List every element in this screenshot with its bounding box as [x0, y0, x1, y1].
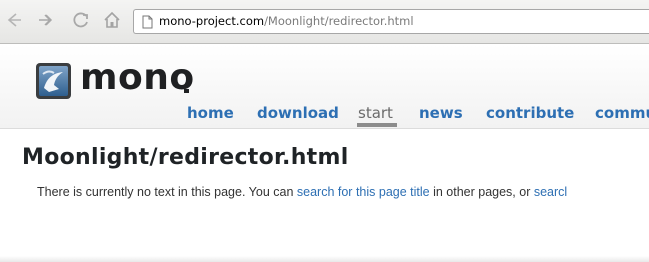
- back-icon[interactable]: [4, 10, 24, 30]
- page-bottom-edge: [0, 256, 649, 262]
- no-text-message: There is currently no text in this page.…: [37, 185, 567, 199]
- nav-start[interactable]: start: [358, 103, 393, 123]
- forward-icon[interactable]: [35, 10, 55, 30]
- url-bar[interactable]: mono-project.com/Moonlight/redirector.ht…: [133, 9, 649, 34]
- nav-news[interactable]: news: [419, 103, 463, 123]
- url-domain: mono-project.com: [159, 14, 265, 28]
- search-link[interactable]: searcl: [534, 185, 567, 199]
- browser-toolbar: mono-project.com/Moonlight/redirector.ht…: [0, 0, 649, 44]
- site-header: mono home download start news contribute…: [0, 45, 649, 129]
- nav-contribute[interactable]: contribute: [486, 103, 574, 123]
- home-icon[interactable]: [102, 10, 122, 30]
- page-icon: [142, 15, 153, 29]
- url-text: mono-project.com/Moonlight/redirector.ht…: [159, 14, 414, 29]
- main-nav: home download start news contribute comm…: [0, 103, 649, 127]
- nav-download[interactable]: download: [257, 103, 339, 123]
- nav-community[interactable]: commu: [595, 103, 649, 123]
- active-nav-indicator: [357, 123, 397, 127]
- nav-home[interactable]: home: [187, 103, 234, 123]
- logo-text[interactable]: mono: [80, 56, 195, 100]
- url-path: /Moonlight/redirector.html: [264, 14, 414, 28]
- mono-logo-icon[interactable]: [35, 62, 72, 100]
- logo-dot: [184, 89, 189, 93]
- page-title: Moonlight/redirector.html: [22, 145, 349, 170]
- reload-icon[interactable]: [71, 10, 91, 30]
- message-text-start: There is currently no text in this page.…: [37, 185, 297, 199]
- message-text-middle: in other pages, or: [429, 185, 534, 199]
- search-title-link[interactable]: search for this page title: [297, 185, 430, 199]
